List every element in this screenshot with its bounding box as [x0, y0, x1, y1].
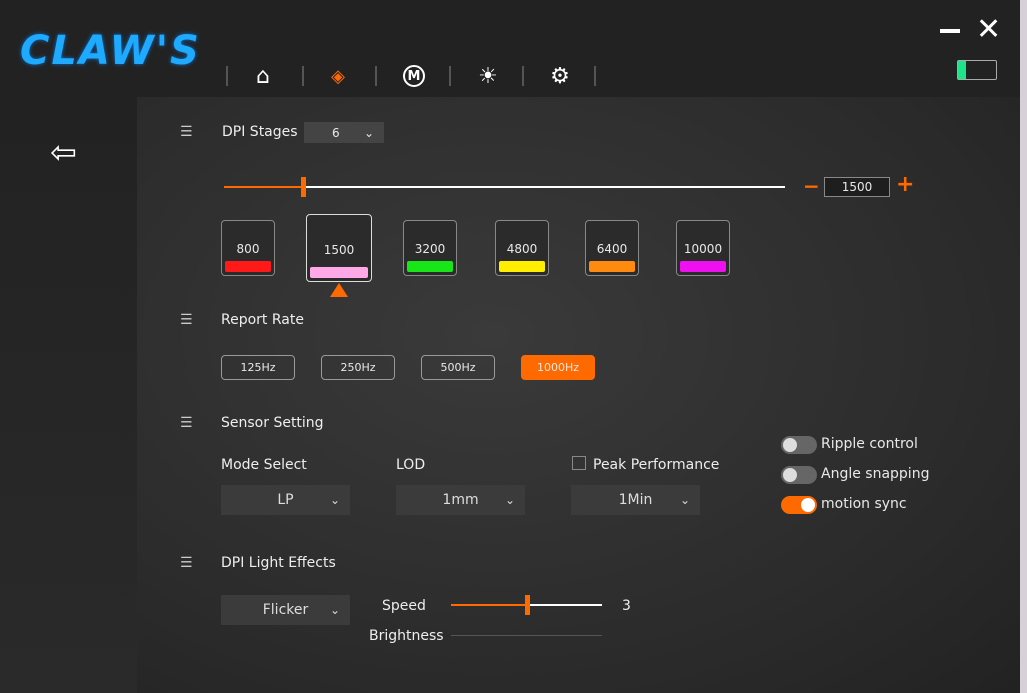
- chevron-down-icon: ⌄: [329, 603, 340, 617]
- toggle-2[interactable]: [781, 496, 817, 514]
- lod-select[interactable]: 1mm ⌄: [396, 485, 525, 515]
- macro-icon: M: [403, 65, 425, 87]
- speed-value: 3: [622, 598, 631, 614]
- lod-label: LOD: [396, 457, 426, 473]
- dpi-stage-3[interactable]: 3200: [403, 220, 457, 276]
- dpi-stage-value: 10000: [683, 242, 723, 256]
- dpi-stage-color: [499, 261, 545, 272]
- light-effect-value: Flicker: [262, 602, 309, 618]
- divider: [226, 66, 228, 86]
- dpi-value-input[interactable]: 1500: [824, 177, 890, 197]
- dpi-light-effects-title: DPI Light Effects: [221, 555, 336, 571]
- mode-select[interactable]: LP ⌄: [221, 485, 350, 515]
- dpi-stage-color: [680, 261, 726, 272]
- dpi-stages-select[interactable]: 6 ⌄: [304, 122, 384, 143]
- report-rate-1000Hz[interactable]: 1000Hz: [521, 355, 595, 380]
- menu-icon: ☰: [180, 415, 193, 431]
- exit-icon[interactable]: ⇦: [50, 133, 77, 171]
- dpi-stage-value: 6400: [596, 242, 628, 256]
- divider: [522, 66, 524, 86]
- speed-label: Speed: [382, 598, 426, 614]
- brightness-label: Brightness: [369, 628, 444, 644]
- claws-logo: CLAW'S: [20, 28, 201, 74]
- speed-slider[interactable]: [451, 595, 602, 615]
- mode-select-label: Mode Select: [221, 457, 307, 473]
- peak-value: 1Min: [618, 492, 653, 508]
- mode-value: LP: [277, 492, 294, 508]
- dpi-icon[interactable]: ◈: [324, 62, 352, 90]
- close-button[interactable]: ✕: [976, 12, 1001, 47]
- rate-label: 1000Hz: [536, 361, 580, 374]
- toggle-label: Angle snapping: [821, 466, 930, 482]
- brightness-slider[interactable]: [451, 635, 602, 636]
- dpi-stage-1[interactable]: 800: [221, 220, 275, 276]
- toggle-0[interactable]: [781, 436, 817, 454]
- report-rate-500Hz[interactable]: 500Hz: [421, 355, 495, 380]
- dpi-stage-value: 1500: [323, 243, 355, 257]
- dpi-decrease-button[interactable]: −: [803, 174, 820, 198]
- toggle-knob: [783, 468, 797, 482]
- rate-label: 125Hz: [240, 361, 276, 374]
- toggle-knob: [783, 438, 797, 452]
- home-icon[interactable]: ⌂: [249, 62, 277, 90]
- dpi-stage-color: [407, 261, 453, 272]
- report-rate-125Hz[interactable]: 125Hz: [221, 355, 295, 380]
- dpi-stages-title: DPI Stages: [222, 124, 298, 140]
- toggle-1[interactable]: [781, 466, 817, 484]
- light-icon[interactable]: ☀: [474, 62, 502, 90]
- dpi-increase-button[interactable]: +: [896, 172, 914, 197]
- settings-icon[interactable]: ⚙: [546, 62, 574, 90]
- chevron-down-icon: ⌄: [363, 125, 374, 140]
- dpi-stage-6[interactable]: 10000: [676, 220, 730, 276]
- peak-performance-select[interactable]: 1Min ⌄: [571, 485, 700, 515]
- report-rate-title: Report Rate: [221, 312, 304, 328]
- peak-performance-checkbox[interactable]: [572, 456, 586, 470]
- header: CLAW'S ⌂ ◈ M ☀ ⚙ ✕: [0, 0, 1020, 97]
- menu-icon: ☰: [180, 312, 193, 328]
- dpi-stage-value: 4800: [506, 242, 538, 256]
- minimize-button[interactable]: [940, 29, 960, 33]
- report-rate-250Hz[interactable]: 250Hz: [321, 355, 395, 380]
- divider: [449, 66, 451, 86]
- menu-icon: ☰: [180, 555, 193, 571]
- toggle-knob: [801, 498, 815, 512]
- sidebar: ⇦: [0, 97, 137, 693]
- dpi-stage-5[interactable]: 6400: [585, 220, 639, 276]
- dpi-stage-color: [225, 261, 271, 272]
- divider: [375, 66, 377, 86]
- dpi-stages-value: 6: [332, 125, 340, 140]
- dpi-slider[interactable]: [224, 177, 785, 197]
- dpi-stage-2[interactable]: 1500: [306, 214, 372, 282]
- peak-performance-label: Peak Performance: [593, 457, 720, 473]
- chevron-down-icon: ⌄: [679, 493, 690, 507]
- dpi-stage-4[interactable]: 4800: [495, 220, 549, 276]
- chevron-down-icon: ⌄: [329, 493, 340, 507]
- menu-icon: ☰: [180, 124, 193, 140]
- battery-icon: [957, 60, 997, 80]
- chevron-down-icon: ⌄: [504, 493, 515, 507]
- dpi-stage-color: [589, 261, 635, 272]
- toggle-label: Ripple control: [821, 436, 918, 452]
- app-window: CLAW'S ⌂ ◈ M ☀ ⚙ ✕ ⇦ ☰ DPI Stages 6 ⌄ − 1…: [0, 0, 1020, 693]
- light-effect-select[interactable]: Flicker ⌄: [221, 595, 350, 625]
- lod-value: 1mm: [442, 492, 479, 508]
- sensor-setting-title: Sensor Setting: [221, 415, 324, 431]
- rate-label: 250Hz: [340, 361, 376, 374]
- dpi-stage-value: 3200: [414, 242, 446, 256]
- selected-stage-indicator-icon: [330, 283, 348, 297]
- dpi-stage-color: [310, 267, 368, 278]
- divider: [302, 66, 304, 86]
- macro-button[interactable]: M: [400, 62, 428, 90]
- toggle-label: motion sync: [821, 496, 907, 512]
- dpi-stage-value: 800: [236, 242, 260, 256]
- divider: [594, 66, 596, 86]
- rate-label: 500Hz: [440, 361, 476, 374]
